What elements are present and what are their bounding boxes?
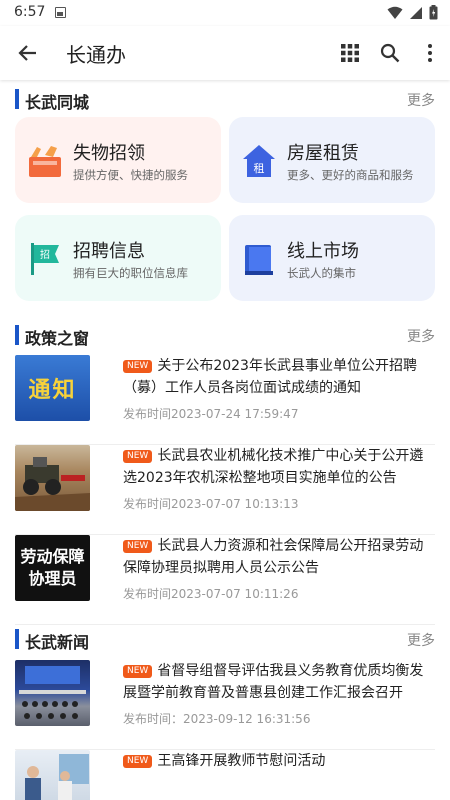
news-article[interactable]: NEW 省督导组督导评估我县义务教育优质均衡发展暨学前教育普及普惠县创建工作汇报会…: [15, 660, 435, 750]
article-thumbnail: [15, 750, 90, 800]
scroll-content[interactable]: 长武同城 更多 失物招领 提供方便、快捷的服务 租 房屋租赁 更多、更好的商品和…: [0, 80, 450, 800]
card-subtitle: 更多、更好的商品和服务: [287, 168, 414, 182]
article-date: 发布时间2023-07-07 10:13:13: [123, 497, 299, 511]
page-title: 长通办: [66, 43, 126, 67]
book-icon: [245, 245, 273, 275]
card-title: 线上市场: [287, 241, 359, 262]
article-title-text: 关于公布2023年长武县事业单位公开招聘（募）工作人员各岗位面试成绩的通知: [123, 358, 417, 396]
card-subtitle: 拥有巨大的职位信息库: [73, 266, 188, 280]
svg-text:招: 招: [40, 248, 50, 261]
status-icons: [387, 5, 438, 20]
more-options-button[interactable]: [416, 39, 444, 67]
new-badge: NEW: [123, 665, 153, 678]
card-title: 失物招领: [73, 143, 145, 164]
article-thumbnail: 通知: [15, 355, 90, 421]
article-date: 发布时间：2023-09-12 16:31:56: [123, 712, 311, 726]
thumbnail-text: 通知: [28, 378, 77, 403]
status-time: 6:57: [14, 4, 46, 20]
new-badge: NEW: [123, 360, 153, 373]
article-thumbnail: [15, 445, 90, 511]
section-header-news: 长武新闻 更多: [0, 625, 450, 653]
card-job-info[interactable]: 招 招聘信息 拥有巨大的职位信息库: [15, 215, 221, 301]
new-badge: NEW: [123, 450, 153, 463]
search-button[interactable]: [376, 39, 404, 67]
article-title: NEW 省督导组督导评估我县义务教育优质均衡发展暨学前教育普及普惠县创建工作汇报会…: [123, 660, 435, 704]
section-accent-bar: [15, 89, 19, 109]
recruit-flag-icon: 招: [31, 243, 59, 275]
article-thumbnail: 劳动保障协理员: [15, 535, 90, 601]
status-bar: 6:57: [0, 0, 450, 26]
more-link[interactable]: 更多: [407, 326, 435, 346]
back-button[interactable]: [14, 39, 42, 67]
app-bar: 长通办: [0, 26, 450, 80]
section-title: 长武新闻: [25, 633, 90, 652]
article-title-text: 长武县农业机械化技术推广中心关于公开遴选2023年农机深松整地项目实施单位的公告: [123, 448, 424, 486]
card-house-rental[interactable]: 租 房屋租赁 更多、更好的商品和服务: [229, 117, 435, 203]
card-title: 房屋租赁: [287, 143, 359, 164]
article-title: NEW 长武县人力资源和社会保障局公开招录劳动保障协理员拟聘用人员公示公告: [123, 535, 435, 579]
battery-icon: [429, 5, 438, 20]
wifi-icon: [387, 6, 403, 19]
new-badge: NEW: [123, 540, 153, 553]
house-icon: 租: [243, 145, 275, 177]
card-title: 招聘信息: [73, 241, 145, 262]
back-arrow-icon: [18, 45, 36, 61]
more-link[interactable]: 更多: [407, 630, 435, 650]
policy-article[interactable]: NEW 长武县农业机械化技术推广中心关于公开遴选2023年农机深松整地项目实施单位…: [15, 445, 435, 535]
article-title: NEW 长武县农业机械化技术推广中心关于公开遴选2023年农机深松整地项目实施单位…: [123, 445, 435, 489]
grid-icon: [341, 44, 359, 62]
more-link[interactable]: 更多: [407, 90, 435, 110]
section-accent-bar: [15, 325, 19, 345]
article-date: 发布时间2023-07-24 17:59:47: [123, 407, 299, 421]
article-thumbnail: [15, 660, 90, 726]
policy-article[interactable]: 通知 NEW 关于公布2023年长武县事业单位公开招聘（募）工作人员各岗位面试成绩…: [15, 355, 435, 445]
section-accent-bar: [15, 629, 19, 649]
news-article[interactable]: NEW 王高锋开展教师节慰问活动: [15, 750, 435, 800]
section-title: 政策之窗: [25, 329, 90, 348]
card-lost-found[interactable]: 失物招领 提供方便、快捷的服务: [15, 117, 221, 203]
article-title-text: 长武县人力资源和社会保障局公开招录劳动保障协理员拟聘用人员公示公告: [123, 538, 424, 576]
section-header-community: 长武同城 更多: [0, 85, 450, 113]
svg-text:租: 租: [254, 162, 265, 175]
lost-found-icon: [29, 146, 61, 177]
policy-article[interactable]: 劳动保障协理员 NEW 长武县人力资源和社会保障局公开招录劳动保障协理员拟聘用人员…: [15, 535, 435, 625]
meeting-photo: [19, 666, 86, 719]
article-title-text: 省督导组督导评估我县义务教育优质均衡发展暨学前教育普及普惠县创建工作汇报会召开: [123, 663, 424, 701]
card-subtitle: 长武人的集市: [287, 266, 356, 280]
article-date: 发布时间2023-07-07 10:11:26: [123, 587, 299, 601]
article-title-text: 王高锋开展教师节慰问活动: [157, 753, 326, 769]
search-icon: [380, 43, 400, 63]
thumbnail-text: 劳动保障协理员: [20, 547, 85, 588]
tractor-photo: [15, 457, 90, 511]
article-title: NEW 关于公布2023年长武县事业单位公开招聘（募）工作人员各岗位面试成绩的通知: [123, 355, 435, 399]
section-header-policy: 政策之窗 更多: [0, 321, 450, 349]
image-icon: [55, 7, 66, 18]
article-title: NEW 王高锋开展教师节慰问活动: [123, 750, 435, 772]
grid-button[interactable]: [336, 39, 364, 67]
card-subtitle: 提供方便、快捷的服务: [73, 168, 188, 182]
signal-icon: [410, 6, 422, 19]
card-online-market[interactable]: 线上市场 长武人的集市: [229, 215, 435, 301]
section-title: 长武同城: [25, 93, 90, 112]
people-photo: [25, 754, 89, 800]
new-badge: NEW: [123, 755, 153, 768]
more-vert-icon: [428, 44, 432, 62]
